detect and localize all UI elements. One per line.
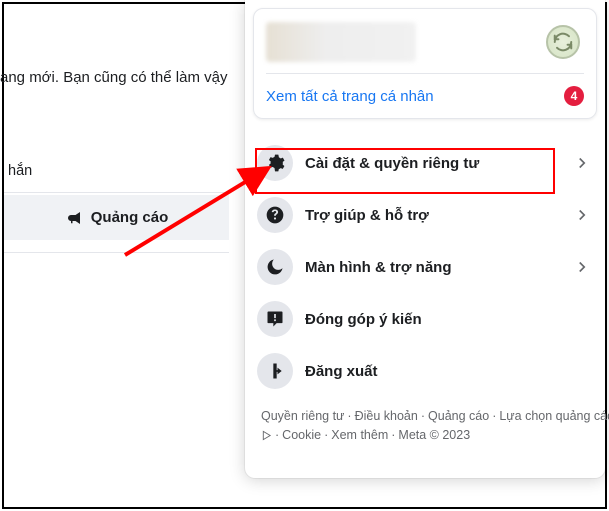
chevron-right-icon xyxy=(571,256,593,278)
footer-privacy[interactable]: Quyền riêng tư xyxy=(261,409,344,423)
divider xyxy=(4,252,229,253)
profile-card: Xem tất cả trang cá nhân 4 xyxy=(253,8,597,119)
footer-ads[interactable]: Quảng cáo xyxy=(428,409,489,423)
moon-icon xyxy=(257,249,293,285)
see-all-profiles-link[interactable]: Xem tất cả trang cá nhân xyxy=(266,88,434,105)
menu-label: Đăng xuất xyxy=(305,363,593,380)
profile-row[interactable] xyxy=(266,17,584,67)
adchoices-icon xyxy=(261,430,272,441)
background-text-line1: rang mới. Bạn cũng có thể làm vậy xyxy=(0,69,227,86)
footer-links: Quyền riêng tư·Điều khoản·Quảng cáo·Lựa … xyxy=(253,403,597,445)
chevron-right-icon xyxy=(571,204,593,226)
ads-row-label: Quảng cáo xyxy=(91,209,169,226)
gear-icon xyxy=(257,145,293,181)
divider xyxy=(266,73,584,74)
profile-name-blurred xyxy=(266,22,416,62)
account-menu-panel: Xem tất cả trang cá nhân 4 Cài đặt & quy… xyxy=(245,0,605,478)
menu-settings-privacy[interactable]: Cài đặt & quyền riêng tư xyxy=(253,137,597,189)
footer-cookie[interactable]: Cookie xyxy=(282,428,321,442)
menu-display-accessibility[interactable]: Màn hình & trợ năng xyxy=(253,241,597,293)
chevron-right-icon xyxy=(571,152,593,174)
footer-terms[interactable]: Điều khoản xyxy=(355,409,418,423)
menu-label: Trợ giúp & hỗ trợ xyxy=(305,207,559,224)
background-text-line2: hắn xyxy=(8,163,32,179)
footer-meta: Meta © 2023 xyxy=(398,428,470,442)
sync-avatar-icon xyxy=(546,25,580,59)
footer-more[interactable]: Xem thêm xyxy=(331,428,388,442)
menu-label: Cài đặt & quyền riêng tư xyxy=(305,155,559,172)
menu-label: Màn hình & trợ năng xyxy=(305,259,559,276)
divider xyxy=(4,192,229,193)
question-icon xyxy=(257,197,293,233)
menu-feedback[interactable]: Đóng góp ý kiến xyxy=(253,293,597,345)
feedback-icon xyxy=(257,301,293,337)
megaphone-icon xyxy=(65,209,83,227)
menu-logout[interactable]: Đăng xuất xyxy=(253,345,597,397)
ads-row-button[interactable]: Quảng cáo xyxy=(4,195,229,240)
notification-badge: 4 xyxy=(564,86,584,106)
menu-help-support[interactable]: Trợ giúp & hỗ trợ xyxy=(253,189,597,241)
footer-ad-choices[interactable]: Lựa chọn quảng cáo xyxy=(499,409,609,423)
see-all-profiles-row[interactable]: Xem tất cả trang cá nhân 4 xyxy=(266,86,584,106)
menu-label: Đóng góp ý kiến xyxy=(305,311,593,328)
logout-icon xyxy=(257,353,293,389)
